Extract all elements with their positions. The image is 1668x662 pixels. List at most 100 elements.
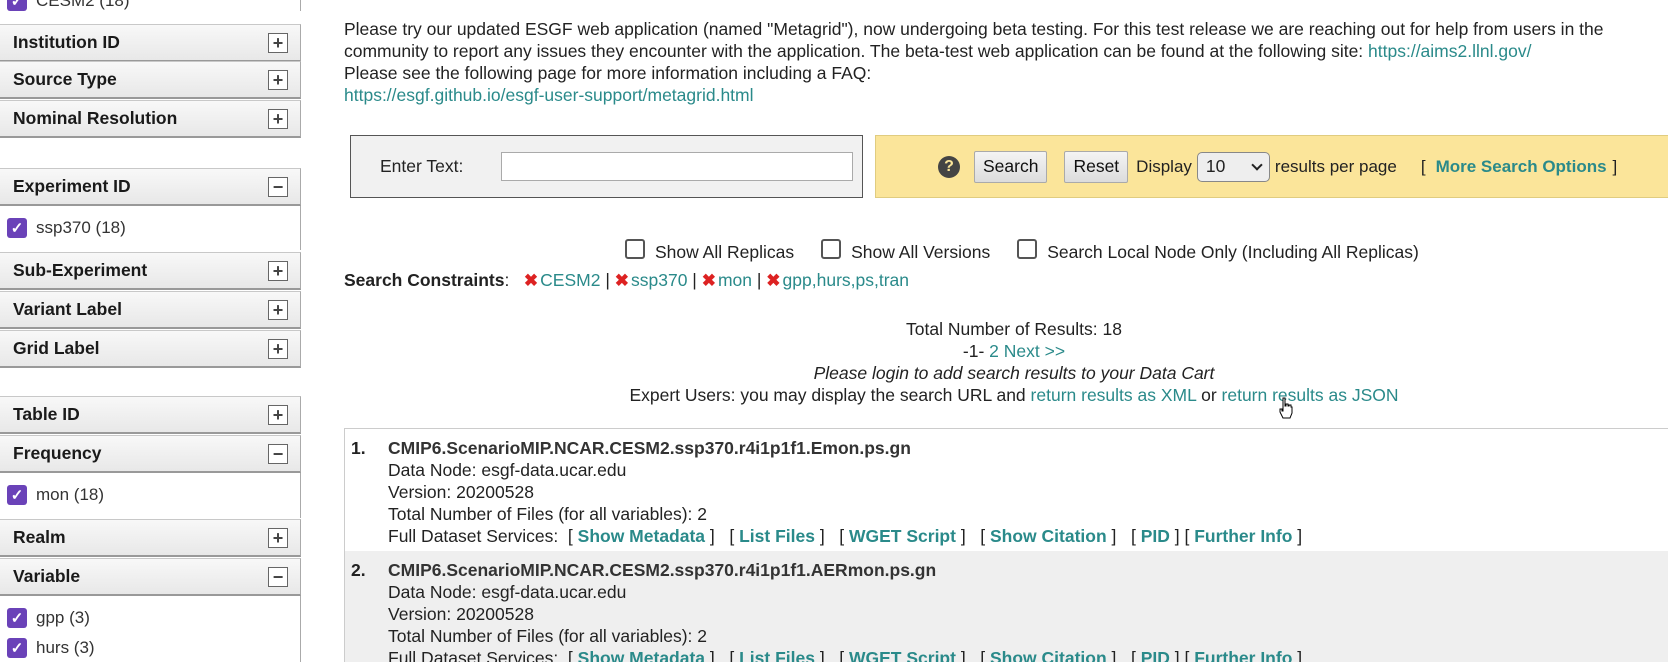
collapse-icon[interactable]: − [268, 443, 288, 464]
constraint-ssp370[interactable]: ssp370 [631, 270, 687, 291]
show-metadata-link[interactable]: Show Metadata [578, 526, 705, 546]
facet-institution-id[interactable]: Institution ID + [0, 24, 301, 62]
result-item: 1. CMIP6.ScenarioMIP.NCAR.CESM2.ssp370.r… [345, 429, 1668, 551]
main-content: Please try our updated ESGF web applicat… [344, 0, 1668, 662]
current-page: -1- [962, 341, 985, 361]
dataset-version: Version: 20200528 [388, 604, 534, 624]
list-files-link[interactable]: List Files [739, 526, 815, 546]
search-local-only-checkbox[interactable] [1017, 238, 1038, 259]
facet-label: Experiment ID [13, 176, 131, 196]
page-2-link[interactable]: 2 [989, 341, 999, 361]
facet-item-cesm2[interactable]: ✓ CESM2 (18) [0, 0, 300, 11]
expand-icon[interactable]: + [268, 527, 288, 548]
expand-icon[interactable]: + [268, 32, 288, 53]
results-per-page-select[interactable]: 10 [1196, 151, 1270, 182]
return-json-link[interactable]: return results as JSON [1222, 385, 1399, 405]
checkbox-checked-icon[interactable]: ✓ [7, 0, 27, 11]
checkbox-checked-icon[interactable]: ✓ [7, 485, 27, 505]
facet-realm[interactable]: Realm + [0, 519, 301, 557]
pid-link[interactable]: PID [1141, 526, 1170, 546]
chevron-down-icon [1251, 158, 1263, 171]
list-files-link[interactable]: List Files [739, 648, 815, 662]
remove-constraint-icon[interactable]: ✖ [702, 271, 716, 291]
checkbox-checked-icon[interactable]: ✓ [7, 218, 27, 238]
facet-frequency[interactable]: Frequency − ✓ mon (18) [0, 435, 301, 518]
further-info-link[interactable]: Further Info [1194, 526, 1292, 546]
notice-faq-text: Please see the following page for more i… [344, 63, 872, 83]
checkbox-checked-icon[interactable]: ✓ [7, 638, 27, 658]
show-citation-link[interactable]: Show Citation [990, 526, 1107, 546]
constraint-cesm2[interactable]: CESM2 [540, 270, 600, 291]
dataset-title: CMIP6.ScenarioMIP.NCAR.CESM2.ssp370.r4i1… [388, 438, 911, 458]
login-message: Please login to add search results to yo… [813, 363, 1215, 383]
facet-nominal-resolution[interactable]: Nominal Resolution + [0, 100, 301, 138]
further-info-link[interactable]: Further Info [1194, 648, 1292, 662]
search-input[interactable] [501, 152, 853, 181]
help-icon[interactable]: ? [938, 155, 960, 178]
facet-sub-experiment[interactable]: Sub-Experiment + [0, 252, 301, 290]
data-node: Data Node: esgf-data.ucar.edu [388, 460, 627, 480]
next-page-link[interactable]: Next >> [1004, 341, 1065, 361]
facet-experiment-id[interactable]: Experiment ID − ✓ ssp370 (18) [0, 168, 301, 250]
dataset-services: Full Dataset Services: [ Show Metadata ]… [388, 647, 1668, 662]
more-search-options-link[interactable]: More Search Options [1436, 157, 1607, 177]
wget-script-link[interactable]: WGET Script [849, 648, 956, 662]
checkbox-checked-icon[interactable]: ✓ [7, 608, 27, 628]
facet-grid-label[interactable]: Grid Label + [0, 330, 301, 368]
facet-item-hurs[interactable]: ✓ hurs (3) [0, 633, 300, 662]
facet-item-ssp370[interactable]: ✓ ssp370 (18) [0, 213, 300, 243]
facet-table-id[interactable]: Table ID + [0, 396, 301, 434]
return-xml-link[interactable]: return results as XML [1031, 385, 1197, 405]
facet-source-type[interactable]: Source Type + [0, 61, 301, 99]
display-label: Display [1136, 156, 1192, 176]
show-all-replicas-checkbox[interactable] [625, 238, 645, 259]
facet-item-mon[interactable]: ✓ mon (18) [0, 480, 300, 510]
result-number: 1. [351, 438, 366, 458]
services-label: Full Dataset Services: [388, 526, 559, 546]
results-list: 1. CMIP6.ScenarioMIP.NCAR.CESM2.ssp370.r… [344, 428, 1668, 662]
or-text: or [1201, 385, 1217, 405]
remove-constraint-icon[interactable]: ✖ [524, 271, 538, 291]
facet-label: Sub-Experiment [13, 260, 148, 280]
facet-variant-label[interactable]: Variant Label + [0, 291, 301, 329]
collapse-icon[interactable]: − [268, 176, 288, 197]
facet-item-gpp[interactable]: ✓ gpp (3) [0, 603, 300, 633]
expert-users-text: Expert Users: you may display the search… [629, 385, 1026, 405]
search-text-panel: Enter Text: [350, 135, 863, 198]
facet-variable[interactable]: Variable − ✓ gpp (3) ✓ hurs (3) [0, 558, 301, 662]
facet-label: Grid Label [13, 338, 100, 358]
dataset-title: CMIP6.ScenarioMIP.NCAR.CESM2.ssp370.r4i1… [388, 560, 937, 580]
reset-button[interactable]: Reset [1064, 150, 1129, 183]
pid-link[interactable]: PID [1141, 648, 1170, 662]
show-metadata-link[interactable]: Show Metadata [578, 648, 705, 662]
expand-icon[interactable]: + [268, 338, 288, 359]
show-all-versions-label: Show All Versions [851, 242, 991, 262]
pagination: -1- 2 Next >> [344, 340, 1668, 362]
expand-icon[interactable]: + [268, 260, 288, 281]
expand-icon[interactable]: + [268, 108, 288, 129]
show-all-versions-checkbox[interactable] [821, 238, 842, 259]
data-node: Data Node: esgf-data.ucar.edu [388, 582, 627, 602]
collapse-icon[interactable]: − [268, 566, 288, 587]
facet-label: Table ID [13, 404, 80, 424]
remove-constraint-icon[interactable]: ✖ [766, 271, 780, 291]
constraint-mon[interactable]: mon [718, 270, 752, 291]
enter-text-label: Enter Text: [380, 156, 464, 176]
result-number: 2. [351, 560, 366, 580]
expand-icon[interactable]: + [268, 69, 288, 90]
search-button[interactable]: Search [974, 150, 1048, 183]
search-options-row: Show All Replicas Show All Versions Sear… [625, 238, 1419, 263]
faq-link[interactable]: https://esgf.github.io/esgf-user-support… [344, 85, 754, 105]
total-results: Total Number of Results: 18 [906, 319, 1122, 339]
show-citation-link[interactable]: Show Citation [990, 648, 1107, 662]
expand-icon[interactable]: + [268, 299, 288, 320]
facet-item-label: ssp370 (18) [36, 218, 126, 237]
metagrid-link[interactable]: https://aims2.llnl.gov/ [1368, 41, 1531, 61]
constraint-variables[interactable]: gpp,hurs,ps,tran [783, 270, 909, 291]
facet-sidebar: ✓ CESM2 (18) Institution ID + Source Type… [0, 0, 301, 662]
search-constraints: Search Constraints: ✖ CESM2 | ✖ ssp370 | ✖… [344, 270, 910, 291]
remove-constraint-icon[interactable]: ✖ [615, 271, 629, 291]
expand-icon[interactable]: + [268, 404, 288, 425]
wget-script-link[interactable]: WGET Script [849, 526, 956, 546]
file-count: Total Number of Files (for all variables… [388, 626, 707, 646]
